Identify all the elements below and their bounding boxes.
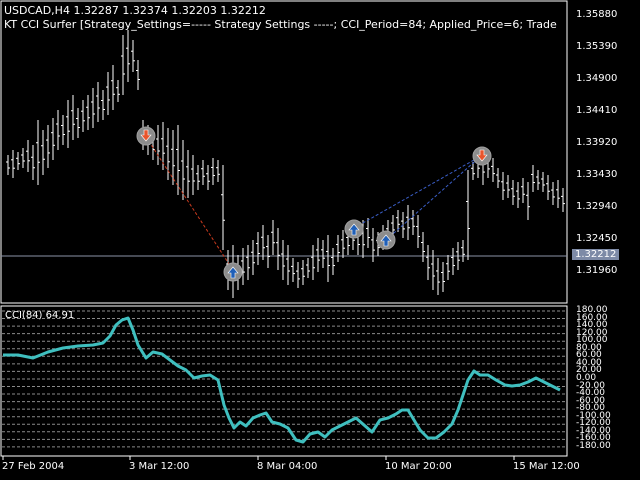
signal-marker-sell[interactable] xyxy=(136,126,156,146)
time-tick: 3 Mar 12:00 xyxy=(129,461,190,472)
price-tick: 1.34900 xyxy=(576,73,618,84)
time-tick: 15 Mar 12:00 xyxy=(513,461,580,472)
price-tick: 1.31960 xyxy=(576,265,618,276)
price-tick: 1.33430 xyxy=(576,169,618,180)
signal-connection-line xyxy=(385,155,482,241)
current-price-label: 1.32212 xyxy=(572,249,620,260)
cci-tick: -180.00 xyxy=(576,440,611,451)
time-axis-ticks xyxy=(2,456,515,460)
time-tick: 27 Feb 2004 xyxy=(2,461,65,472)
price-tick: 1.35390 xyxy=(576,41,618,52)
signal-marker-buy[interactable] xyxy=(376,230,396,250)
price-tick: 1.34410 xyxy=(576,105,618,116)
symbol-info: USDCAD,H4 1.32287 1.32374 1.32203 1.3221… xyxy=(4,4,266,17)
signal-marker-sell[interactable] xyxy=(472,146,492,166)
cci-indicator-label: CCI(84) 64.91 xyxy=(5,310,75,321)
time-tick: 10 Mar 20:00 xyxy=(385,461,452,472)
indicator-info: KT CCI Surfer [Strategy_Settings=----- S… xyxy=(4,18,557,31)
price-tick: 1.35880 xyxy=(576,9,618,20)
price-tick: 1.33920 xyxy=(576,137,618,148)
signal-marker-buy[interactable] xyxy=(223,262,243,282)
signal-marker-buy[interactable] xyxy=(344,219,364,239)
price-tick: 1.32940 xyxy=(576,201,618,212)
time-tick: 8 Mar 04:00 xyxy=(257,461,318,472)
signal-connection-line xyxy=(145,136,234,271)
price-tick: 1.32450 xyxy=(576,233,618,244)
cci-panel-frame xyxy=(0,305,568,457)
chart-canvas[interactable] xyxy=(0,0,640,480)
cci-line xyxy=(3,316,561,444)
